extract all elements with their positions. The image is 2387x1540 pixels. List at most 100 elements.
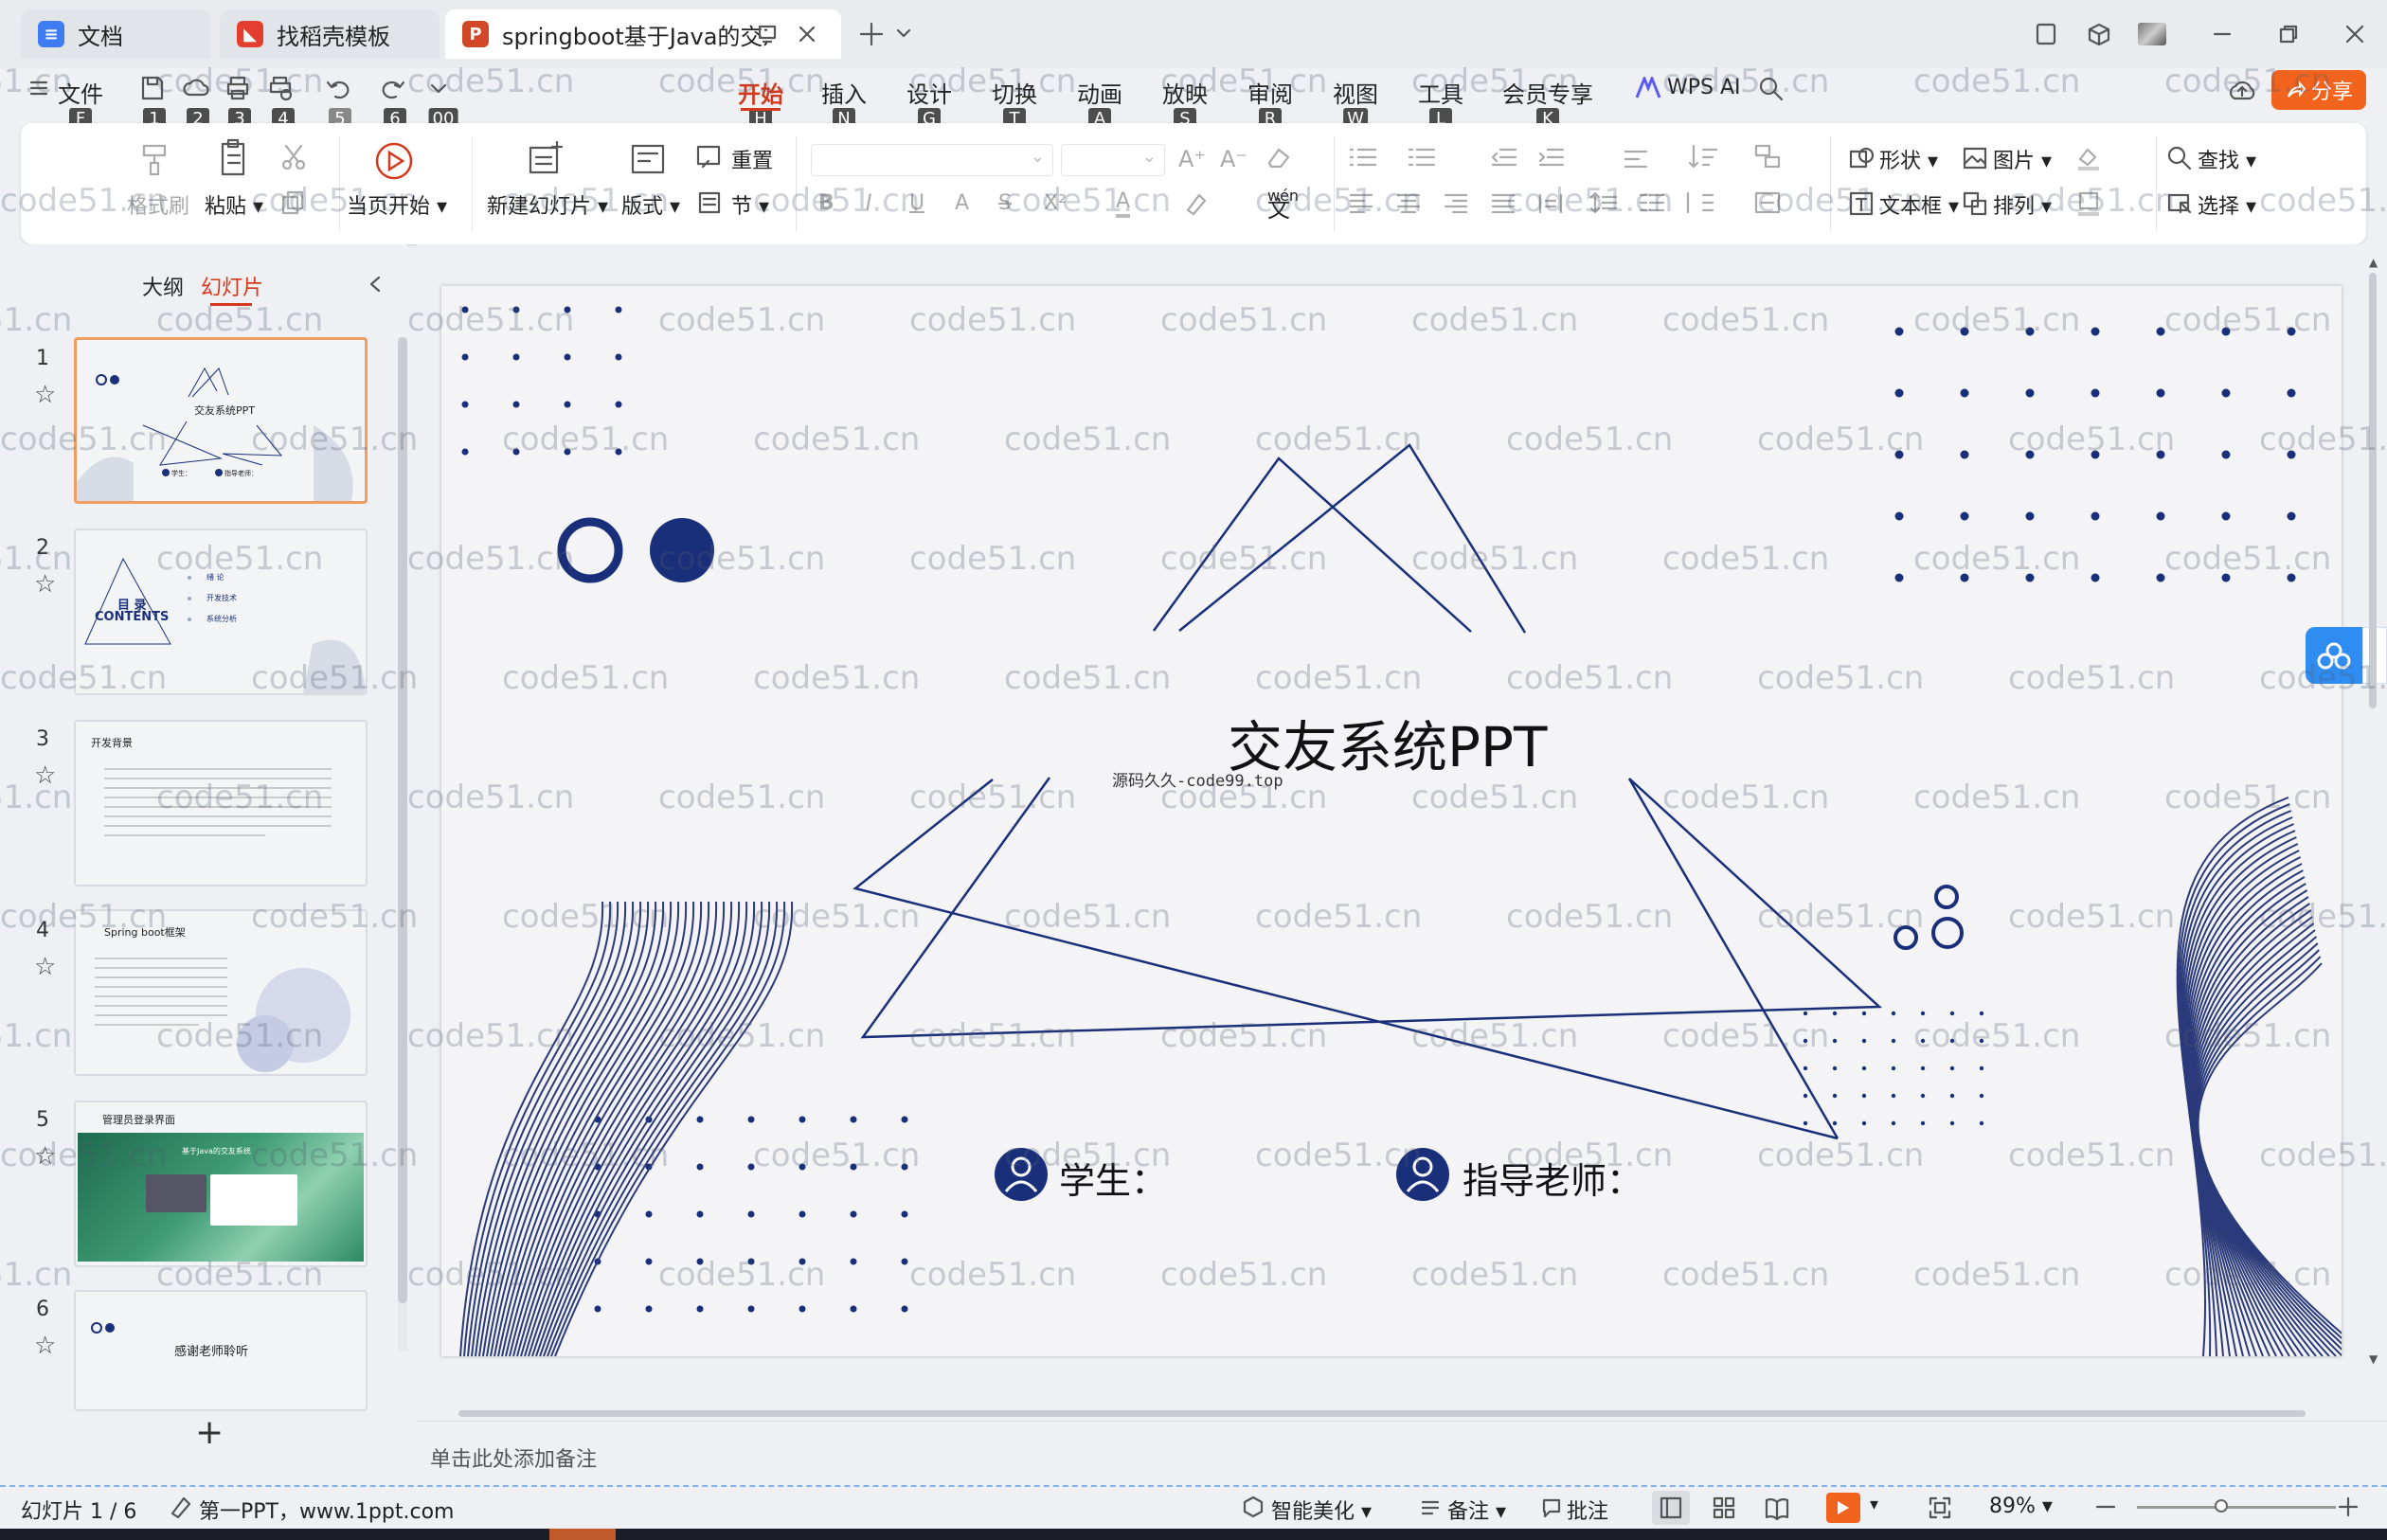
reading-view-icon[interactable]: [1764, 1495, 1790, 1521]
slide-subtitle[interactable]: 源码久久-code99.top: [1112, 767, 1283, 791]
hamburger-icon[interactable]: [28, 78, 49, 98]
format-painter-label[interactable]: 格式刷: [127, 189, 189, 220]
zoom-slider[interactable]: [2137, 1499, 2336, 1513]
strikethrough-icon[interactable]: S: [998, 191, 1012, 215]
bullets-icon[interactable]: [1347, 144, 1385, 170]
layout-icon[interactable]: [629, 140, 667, 178]
star-icon[interactable]: ☆: [34, 1332, 56, 1360]
panel-scrollbar[interactable]: [398, 337, 407, 1351]
thumbnail-slide-1[interactable]: 交友系统PPT 学生： 指导老师：: [74, 337, 368, 504]
sort-icon[interactable]: [1688, 142, 1726, 170]
close-window-icon[interactable]: [2336, 17, 2374, 51]
cube-icon[interactable]: [2080, 17, 2118, 51]
wps-ai-button[interactable]: WPS AI: [1635, 76, 1741, 99]
menu-file[interactable]: 文件 F: [57, 76, 104, 131]
clear-format-icon[interactable]: [1264, 144, 1292, 172]
picture-button[interactable]: 图片 ▾: [1993, 144, 2052, 174]
tab-docer-templates[interactable]: ◣ 找稻壳模板: [220, 9, 440, 59]
menu-insert[interactable]: 插入 N: [820, 76, 868, 131]
bold-icon[interactable]: B: [818, 191, 835, 215]
copy-icon[interactable]: [278, 189, 309, 216]
menu-animation[interactable]: 动画 A: [1076, 76, 1123, 131]
fit-window-icon[interactable]: [1927, 1495, 1953, 1521]
convert-smartart-icon[interactable]: [1752, 142, 1785, 170]
redo-button[interactable]: 6: [379, 74, 411, 131]
star-icon[interactable]: ☆: [34, 953, 56, 981]
find-icon[interactable]: [2165, 144, 2194, 172]
paste-button[interactable]: 粘贴 ▾: [205, 189, 263, 220]
underline-icon[interactable]: U: [909, 191, 924, 215]
thumbnail-slide-2[interactable]: 目 录 CONTENTS 绪 论 开发技术 系统分析: [74, 528, 368, 695]
select-button[interactable]: 选择 ▾: [2198, 189, 2256, 220]
play-icon[interactable]: [373, 140, 415, 182]
layout-button[interactable]: 版式 ▾: [621, 189, 680, 220]
theme-name[interactable]: 第一PPT，www.1ppt.com: [199, 1495, 454, 1525]
shrink-font-icon[interactable]: A⁻: [1220, 146, 1247, 172]
thumbnail-slide-5[interactable]: 管理员登录界面 基于Java的交友系统: [74, 1101, 368, 1267]
slide-1[interactable]: 交友系统PPT 源码久久-code99.top 学生： 指导老师：: [441, 286, 2342, 1356]
tab-outline[interactable]: 大纲: [142, 271, 184, 301]
font-name-select[interactable]: ⌄: [811, 144, 1053, 176]
cloud-sync-button[interactable]: [2306, 627, 2362, 684]
share-button[interactable]: 分享: [2271, 70, 2366, 110]
zoom-out-icon[interactable]: [2093, 1495, 2118, 1519]
menu-home[interactable]: 开始 H: [737, 76, 784, 131]
new-slide-button[interactable]: 新建幻灯片 ▾: [487, 189, 608, 220]
normal-view-button[interactable]: [1652, 1491, 1690, 1525]
customize-quick-access-button[interactable]: 00: [424, 74, 462, 131]
section-button[interactable]: 节 ▾: [731, 189, 769, 220]
find-button[interactable]: 查找 ▾: [2198, 144, 2256, 174]
section-icon[interactable]: [695, 189, 724, 216]
play-slideshow-button[interactable]: [1826, 1493, 1860, 1523]
font-size-select[interactable]: ⌄: [1061, 144, 1165, 176]
notes-pane[interactable]: 单击此处添加备注: [417, 1421, 2387, 1485]
phonetic-guide-icon[interactable]: wén 文: [1267, 188, 1299, 222]
tab-slides[interactable]: 幻灯片: [201, 271, 263, 301]
numbering-icon[interactable]: [1406, 144, 1444, 170]
window-mode-icon[interactable]: [758, 25, 779, 44]
print-button[interactable]: 3: [224, 74, 256, 131]
font-color-icon[interactable]: A: [1116, 189, 1131, 218]
align-center-icon[interactable]: [1394, 189, 1423, 216]
tab-current-presentation[interactable]: P springboot基于Java的交友系: [445, 9, 841, 59]
single-window-icon[interactable]: [2027, 17, 2065, 51]
save-button[interactable]: 1: [138, 74, 170, 131]
star-icon[interactable]: ☆: [34, 570, 56, 599]
menu-review[interactable]: 审阅 R: [1247, 76, 1294, 131]
menu-transitions[interactable]: 切换 T: [991, 76, 1038, 131]
tab-documents[interactable]: ≡ 文档: [21, 9, 210, 59]
line-spacing-icon[interactable]: [1589, 189, 1618, 216]
thumbnail-slide-3[interactable]: 开发背景: [74, 720, 368, 886]
thumbnail-slide-4[interactable]: Spring boot框架: [74, 909, 368, 1076]
vertical-scrollbar[interactable]: ▲ ▼: [2366, 254, 2379, 1409]
align-right-icon[interactable]: [1442, 189, 1470, 216]
reset-button[interactable]: 重置: [731, 144, 773, 174]
print-preview-button[interactable]: 4: [267, 74, 299, 131]
search-icon[interactable]: [1758, 76, 1785, 102]
text-shadow-icon[interactable]: A: [955, 191, 969, 215]
highlight-icon[interactable]: [1182, 189, 1211, 218]
textbox-icon[interactable]: [1847, 189, 1876, 218]
cloud-save-button[interactable]: 2: [182, 74, 214, 131]
menu-slideshow[interactable]: 放映 S: [1161, 76, 1209, 131]
align-left-icon[interactable]: [1347, 189, 1375, 216]
menu-member[interactable]: 会员专享 K: [1500, 76, 1595, 131]
zoom-level[interactable]: 89% ▾: [1989, 1495, 2053, 1518]
collapse-panel-icon[interactable]: [368, 275, 383, 294]
column-spacing-icon[interactable]: [1684, 189, 1722, 216]
arrange-icon[interactable]: [1961, 189, 1989, 218]
text-direction-icon[interactable]: [1622, 144, 1650, 170]
notes-placeholder[interactable]: 单击此处添加备注: [430, 1442, 597, 1473]
decrease-indent-icon[interactable]: [1489, 144, 1517, 170]
menu-design[interactable]: 设计 G: [906, 76, 953, 131]
select-icon[interactable]: [2165, 189, 2194, 218]
tab-list-icon[interactable]: [896, 27, 911, 40]
student-label[interactable]: 学生：: [1059, 1152, 1167, 1204]
justify-icon[interactable]: [1489, 189, 1517, 216]
distribute-icon[interactable]: [1536, 189, 1565, 216]
cut-icon[interactable]: [278, 142, 309, 172]
paragraph-spacing-icon[interactable]: [1637, 189, 1665, 216]
fill-icon[interactable]: [2074, 144, 2103, 172]
new-slide-icon[interactable]: [525, 138, 566, 180]
menu-view[interactable]: 视图 W: [1332, 76, 1379, 131]
